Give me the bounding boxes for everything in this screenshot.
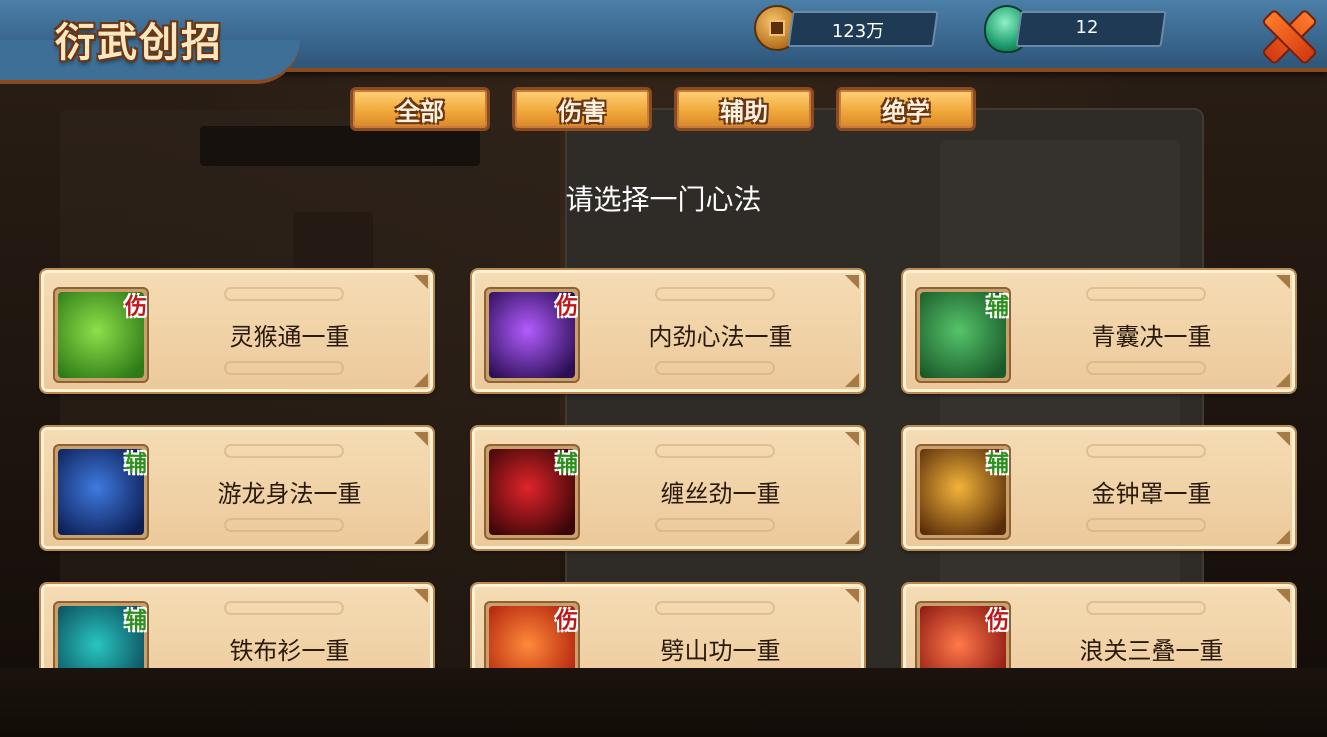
card-ornament: [655, 361, 775, 375]
jade-value: 12: [1075, 17, 1099, 38]
skill-icon-frame: 伤: [915, 601, 1011, 668]
card-ornament: [655, 287, 775, 301]
card-corner-ornament: [414, 589, 428, 603]
card-ornament: [1086, 601, 1206, 615]
background-bar: [200, 126, 480, 166]
skill-type-badge: 辅: [556, 452, 579, 477]
skill-name: 缠丝劲一重: [660, 480, 781, 508]
card-corner-ornament: [845, 530, 859, 544]
card-corner-ornament: [414, 275, 428, 289]
bottom-shade: [0, 668, 1327, 737]
card-corner-ornament: [1276, 432, 1290, 446]
card-ornament: [1086, 287, 1206, 301]
skill-name: 劈山功一重: [660, 637, 781, 665]
skill-icon-frame: 辅: [484, 444, 580, 540]
skill-icon-frame: 辅: [53, 601, 149, 668]
card-corner-ornament: [1276, 530, 1290, 544]
skill-name: 青囊决一重: [1091, 323, 1212, 351]
skill-card[interactable]: 辅青囊决一重: [903, 270, 1295, 392]
tab-all[interactable]: 全部: [350, 87, 490, 131]
card-ornament: [1086, 518, 1206, 532]
skill-icon-frame: 伤: [53, 287, 149, 383]
card-corner-ornament: [845, 589, 859, 603]
skill-name: 内劲心法一重: [648, 323, 793, 351]
card-ornament: [655, 601, 775, 615]
tab-ultimate[interactable]: 绝学: [836, 87, 976, 131]
skill-icon-frame: 辅: [915, 444, 1011, 540]
card-ornament: [1086, 444, 1206, 458]
skill-card[interactable]: 伤灵猴通一重: [41, 270, 433, 392]
skill-card[interactable]: 辅金钟罩一重: [903, 427, 1295, 549]
card-corner-ornament: [414, 432, 428, 446]
skill-type-badge: 伤: [125, 295, 148, 320]
skill-type-badge: 辅: [987, 452, 1010, 477]
skill-name: 铁布衫一重: [229, 637, 350, 665]
skill-card[interactable]: 伤劈山功一重: [472, 584, 864, 668]
card-ornament: [224, 518, 344, 532]
skill-type-badge: 辅: [987, 295, 1010, 320]
card-ornament: [224, 361, 344, 375]
skill-name: 金钟罩一重: [1091, 480, 1212, 508]
skill-list[interactable]: 伤灵猴通一重伤内劲心法一重辅青囊决一重辅游龙身法一重辅缠丝劲一重辅金钟罩一重辅铁…: [0, 265, 1327, 668]
skill-icon-frame: 伤: [484, 287, 580, 383]
card-ornament: [655, 444, 775, 458]
skill-type-badge: 伤: [987, 609, 1010, 634]
card-corner-ornament: [414, 530, 428, 544]
skill-card[interactable]: 辅缠丝劲一重: [472, 427, 864, 549]
skill-name: 游龙身法一重: [217, 480, 362, 508]
card-corner-ornament: [845, 373, 859, 387]
skill-icon-frame: 辅: [53, 444, 149, 540]
select-prompt: 请选择一门心法: [565, 183, 762, 216]
skill-type-badge: 辅: [125, 609, 148, 634]
skill-icon-frame: 辅: [915, 287, 1011, 383]
card-corner-ornament: [845, 432, 859, 446]
card-ornament: [224, 601, 344, 615]
card-corner-ornament: [1276, 275, 1290, 289]
close-icon[interactable]: [1260, 8, 1314, 62]
card-corner-ornament: [845, 275, 859, 289]
card-corner-ornament: [1276, 373, 1290, 387]
card-corner-ornament: [1276, 589, 1290, 603]
card-corner-ornament: [414, 373, 428, 387]
card-ornament: [224, 444, 344, 458]
card-ornament: [655, 518, 775, 532]
coin-value: 123万: [831, 21, 885, 42]
skill-name: 灵猴通一重: [229, 323, 350, 351]
card-ornament: [224, 287, 344, 301]
skill-card[interactable]: 伤内劲心法一重: [472, 270, 864, 392]
page-title: 衍武创招: [55, 20, 223, 66]
skill-card[interactable]: 伤浪关三叠一重: [903, 584, 1295, 668]
skill-icon-frame: 伤: [484, 601, 580, 668]
card-ornament: [1086, 361, 1206, 375]
skill-type-badge: 伤: [556, 609, 579, 634]
skill-card[interactable]: 辅铁布衫一重: [41, 584, 433, 668]
skill-type-badge: 辅: [125, 452, 148, 477]
skill-card[interactable]: 辅游龙身法一重: [41, 427, 433, 549]
tab-damage[interactable]: 伤害: [512, 87, 652, 131]
skill-name: 浪关三叠一重: [1079, 637, 1224, 665]
skill-type-badge: 伤: [556, 295, 579, 320]
tab-support[interactable]: 辅助: [674, 87, 814, 131]
